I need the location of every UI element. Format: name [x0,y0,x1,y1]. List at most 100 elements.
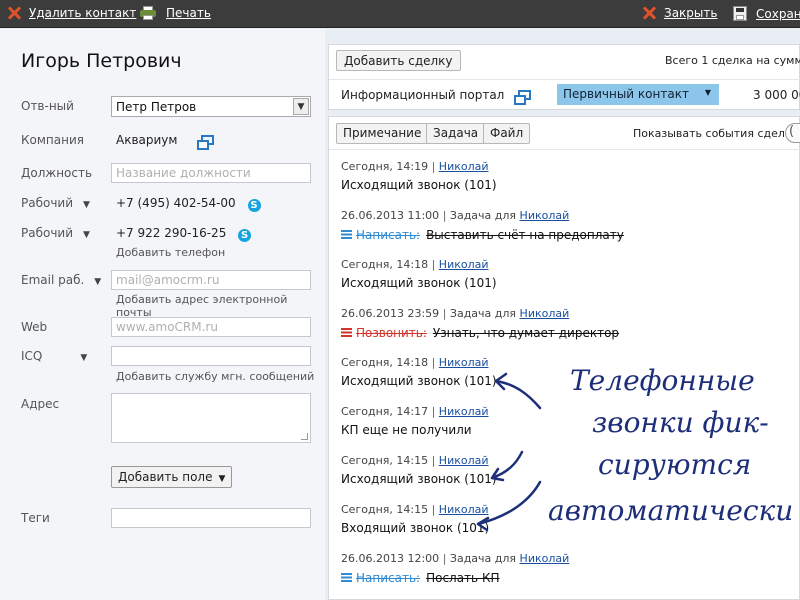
event-meta: Сегодня, 14:15 | Николай [341,503,489,516]
annotation-line-1: Телефонные [570,364,755,397]
event-meta: 26.06.2013 23:59 | Задача для Николай [341,307,570,320]
phone1-field[interactable]: +7 (495) 402-54-00 S [116,196,261,212]
triangle-down-icon: ▼ [80,353,88,363]
event-meta: 26.06.2013 12:00 | Задача для Николай [341,552,570,565]
event-time: Сегодня, 14:18 [341,356,429,369]
close-button[interactable]: Закрыть [642,6,717,20]
web-label: Web [21,320,48,334]
delete-icon [7,6,21,20]
task-line[interactable]: Позвонить: Узнать, что думает директор [341,326,619,340]
event-meta: Сегодня, 14:18 | Николай [341,258,489,271]
event-user-link[interactable]: Николай [439,258,489,271]
close-label: Закрыть [664,6,718,20]
web-input[interactable]: www.amoCRM.ru [111,317,311,337]
event-meta: Сегодня, 14:18 | Николай [341,356,489,369]
deal-stage-value: Первичный контакт [563,87,689,101]
open-company-icon[interactable] [197,135,215,150]
position-input[interactable]: Название должности [111,163,311,183]
event-user-link[interactable]: Николай [520,307,570,320]
deals-total: Всего 1 сделка на сумму 3 0 [665,54,800,67]
phone2-value: +7 922 290-16-25 [116,226,227,240]
triangle-down-icon: ▼ [94,277,102,287]
contact-name[interactable]: Игорь Петрович [21,50,182,72]
phone1-type-label[interactable]: Рабочий ▼ [21,196,90,210]
event-text: Исходящий звонок (101) [341,276,497,290]
open-deal-icon[interactable] [514,90,532,105]
print-button[interactable]: Печать [140,6,211,20]
add-im-link[interactable]: Добавить службу мгн. сообщений [116,370,314,383]
list-icon [341,573,352,582]
address-label: Адрес [21,397,60,411]
skype-icon[interactable]: S [247,199,261,212]
event-user-link[interactable]: Николай [520,552,570,565]
event-text: Входящий звонок (101) [341,521,490,535]
phone2-field[interactable]: +7 922 290-16-25 S [116,226,252,242]
tab-task[interactable]: Задача [426,123,486,144]
event-user-link[interactable]: Николай [439,160,489,173]
icq-label-text: ICQ [21,349,43,363]
responsible-select[interactable]: Петр Петров ▼ [111,96,311,117]
add-field-label: Добавить поле [118,470,213,484]
company-label: Компания [21,133,84,147]
deal-sum: 3 000 00 [753,88,800,102]
triangle-down-icon: ▼ [83,200,90,210]
contact-panel: Игорь Петрович Отв-ный Петр Петров ▼ Ком… [0,29,325,600]
resize-grip-icon[interactable] [301,433,308,440]
show-deal-events-label: Показывать события сделок [633,127,799,140]
phone2-type-label[interactable]: Рабочий ▼ [21,226,90,240]
save-button[interactable]: Сохран [733,6,800,21]
list-icon [341,230,352,239]
phone2-label-text: Рабочий [21,226,74,240]
tags-input[interactable] [111,508,311,528]
task-description: Послать КП [426,571,500,585]
task-description: Узнать, что думает директор [432,326,620,340]
tags-label: Теги [21,511,50,525]
event-time: 26.06.2013 12:00 [341,552,440,565]
deal-name[interactable]: Информационный портал [341,88,532,105]
chevron-down-icon[interactable]: ▼ [293,98,309,115]
deal-row[interactable]: Информационный портал Первичный контакт … [329,79,800,111]
event-time: Сегодня, 14:15 [341,503,429,516]
annotation-line-4: автоматически [548,494,793,527]
task-type: Позвонить: [356,326,427,340]
task-for-label: Задача для [449,209,517,222]
add-field-button[interactable]: Добавить поле ▼ [111,466,233,488]
top-toolbar: Удалить контакт Печать Закрыть Сохран [0,0,800,28]
email-type-label[interactable]: Email раб. ▼ [21,273,101,287]
show-deal-events-toggle[interactable] [785,123,800,143]
deal-name-text: Информационный портал [341,88,505,102]
skype-icon[interactable]: S [238,229,252,242]
tab-note[interactable]: Примечание [336,123,429,144]
triangle-down-icon: ▼ [704,88,711,97]
delete-contact-button[interactable]: Удалить контакт [7,6,136,20]
events-toolbar: Примечание Задача Файл Показывать событи… [329,117,800,150]
task-for-label: Задача для [449,307,517,320]
event-text: КП еще не получили [341,423,472,437]
task-line[interactable]: Написать: Выставить счёт на предоплату [341,228,624,242]
position-label: Должность [21,166,93,180]
icq-type-label[interactable]: ICQ ▼ [21,349,87,363]
company-value[interactable]: Аквариум [116,133,177,147]
address-textarea[interactable] [111,393,311,443]
add-deal-button[interactable]: Добавить сделку [336,50,461,71]
event-time: Сегодня, 14:15 [341,454,429,467]
icq-input[interactable] [111,346,311,366]
add-email-link[interactable]: Добавить адрес электронной почты [116,293,325,319]
arrowhead-icon [476,516,490,532]
save-disk-icon [733,6,747,21]
arrow-to-call-1 [494,379,542,410]
deal-stage-select[interactable]: Первичный контакт ▼ [557,84,719,105]
event-user-link[interactable]: Николай [520,209,570,222]
email-input[interactable]: mail@amocrm.ru [111,270,311,290]
save-label: Сохран [756,6,800,21]
task-description: Выставить счёт на предоплату [426,228,624,242]
event-time: 26.06.2013 11:00 [341,209,440,222]
triangle-down-icon: ▼ [83,230,90,240]
deals-panel: Добавить сделку Всего 1 сделка на сумму … [328,44,800,110]
company-field[interactable]: Аквариум [116,133,215,150]
task-line[interactable]: Написать: Послать КП [341,571,499,585]
tab-file[interactable]: Файл [483,123,531,144]
add-phone-link[interactable]: Добавить телефон [116,246,225,259]
delete-contact-label: Удалить контакт [29,6,137,20]
event-meta: Сегодня, 14:15 | Николай [341,454,489,467]
